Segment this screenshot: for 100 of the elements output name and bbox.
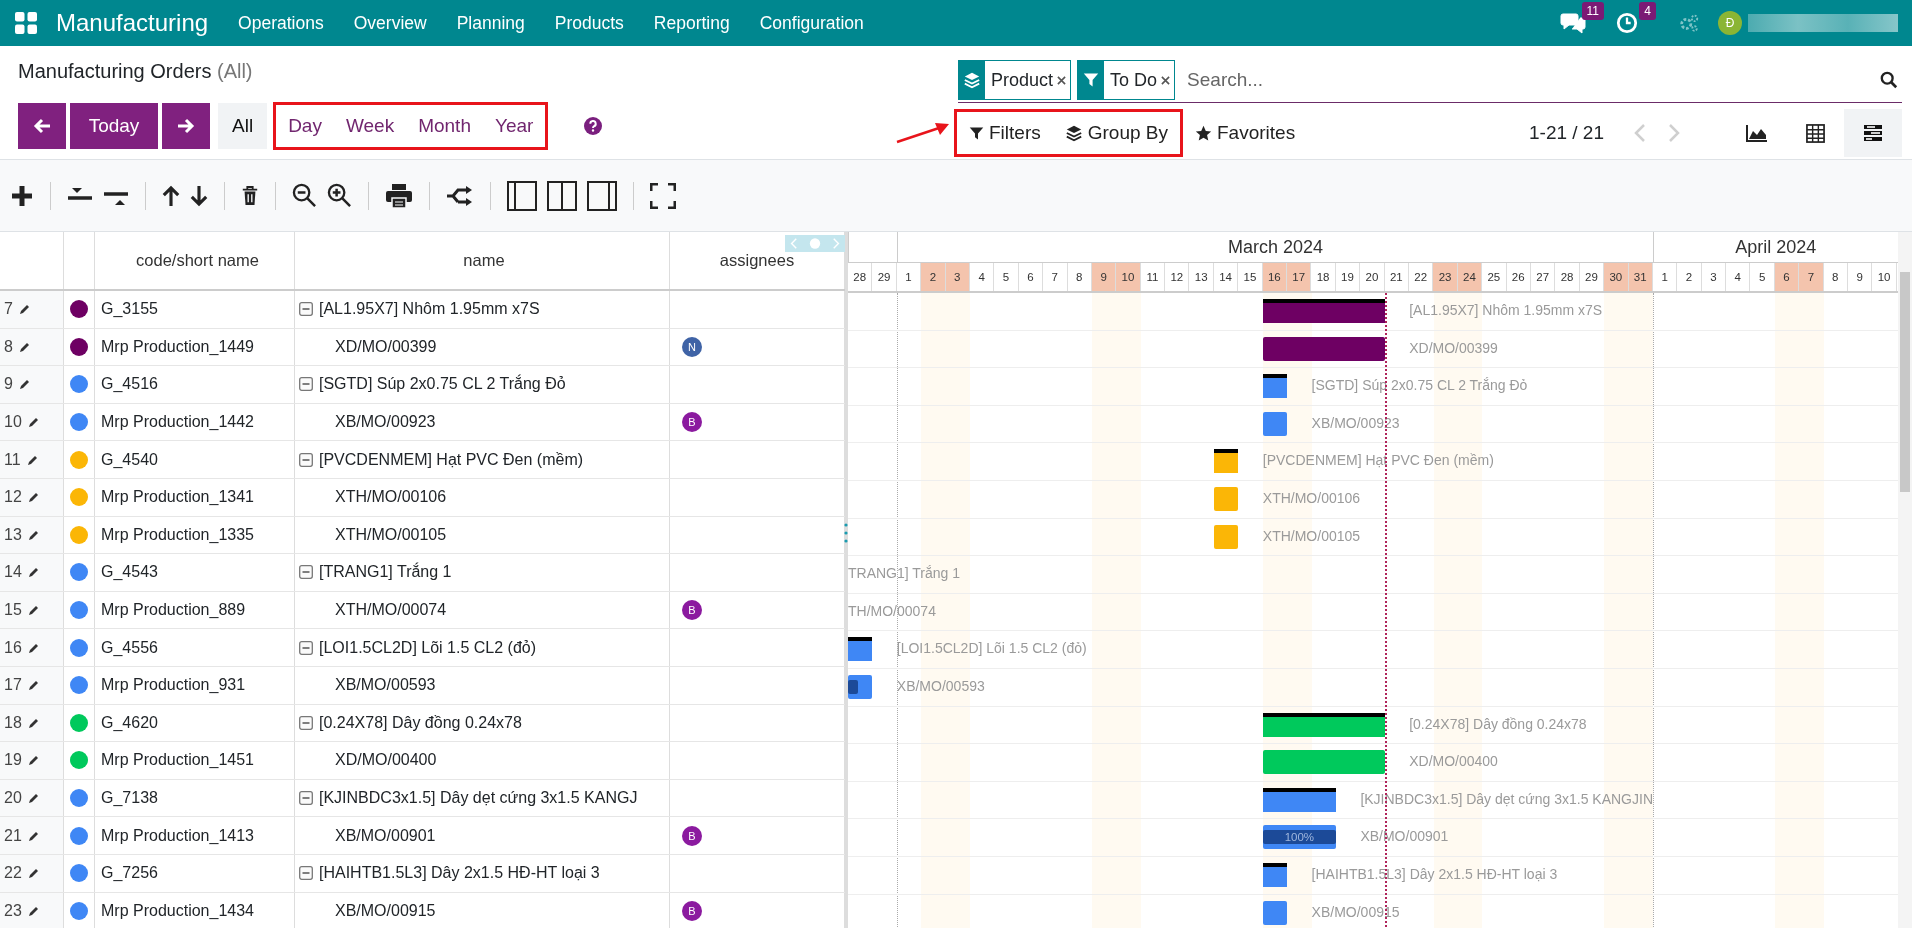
remove-icon[interactable]: [1057, 75, 1067, 85]
pencil-icon[interactable]: [27, 716, 40, 729]
row-number: 20: [4, 789, 22, 807]
task-bar[interactable]: [1262, 862, 1288, 887]
panel-toggle[interactable]: [785, 235, 845, 252]
bar-label: XD/MO/00399: [1409, 339, 1498, 356]
collapse-icon[interactable]: [299, 640, 313, 655]
column-header[interactable]: name: [463, 251, 505, 270]
pencil-icon[interactable]: [26, 453, 39, 466]
filter-menu-button[interactable]: Filters: [957, 112, 1053, 154]
collapse-icon[interactable]: [299, 791, 313, 805]
arrow-down-icon[interactable]: [190, 183, 208, 208]
task-bar[interactable]: [1262, 336, 1385, 361]
fullscreen-icon[interactable]: [650, 182, 676, 209]
pencil-icon[interactable]: [27, 491, 40, 504]
table-cell: XB/MO/00915: [335, 901, 436, 920]
task-bar[interactable]: [1262, 374, 1288, 399]
group-menu-button[interactable]: Group By: [1052, 112, 1180, 154]
search-facet[interactable]: Product: [958, 60, 1072, 100]
print-icon[interactable]: [385, 182, 413, 209]
menu-item[interactable]: Products: [554, 12, 624, 34]
pencil-icon[interactable]: [18, 378, 31, 391]
menu-item[interactable]: Reporting: [653, 12, 730, 34]
pencil-icon[interactable]: [27, 641, 40, 654]
table-cell: XD/MO/00400: [335, 751, 437, 770]
day-number: 20: [1365, 271, 1379, 283]
scale-tab[interactable]: Year: [482, 105, 546, 147]
shuffle-icon[interactable]: [446, 184, 474, 207]
add-icon[interactable]: [10, 183, 34, 208]
pencil-icon[interactable]: [18, 303, 31, 316]
today-button[interactable]: Today: [70, 103, 158, 149]
layout-right-icon[interactable]: [587, 180, 617, 211]
pencil-icon[interactable]: [27, 754, 40, 767]
collapse-icon[interactable]: [299, 565, 313, 580]
task-bar[interactable]: [1262, 787, 1336, 812]
task-bar[interactable]: [1214, 449, 1239, 474]
pencil-icon[interactable]: [27, 679, 40, 692]
zoom-in-icon[interactable]: [327, 183, 352, 208]
pencil-icon[interactable]: [27, 792, 40, 804]
table-cell: Mrp Production_1451: [101, 751, 254, 770]
zoom-out-icon[interactable]: [292, 183, 317, 208]
collapse-icon[interactable]: [299, 715, 313, 730]
row-number: 10: [4, 413, 22, 432]
pencil-icon[interactable]: [18, 340, 31, 353]
pencil-icon[interactable]: [27, 604, 40, 617]
row-number: 22: [4, 864, 22, 883]
scale-tab[interactable]: All: [218, 103, 268, 149]
pager-value[interactable]: 1-21 / 21: [1529, 122, 1604, 144]
arrow-up-icon[interactable]: [162, 183, 180, 208]
menu-item[interactable]: Overview: [353, 12, 427, 34]
pencil-icon[interactable]: [27, 904, 40, 917]
bar-label: [0.24X78] Dây đồng 0.24x78: [1409, 715, 1587, 732]
task-bar[interactable]: [1262, 712, 1385, 737]
day-number: 31: [1633, 271, 1647, 283]
collapse-icon[interactable]: [299, 377, 313, 392]
remove-icon[interactable]: [1161, 75, 1171, 85]
help-icon[interactable]: [584, 117, 603, 135]
favorite-menu-button[interactable]: Favorites: [1183, 112, 1308, 154]
pencil-icon[interactable]: [27, 416, 40, 429]
scale-tab[interactable]: Day: [276, 105, 334, 147]
column-header[interactable]: assignees: [719, 251, 795, 270]
trash-icon[interactable]: [241, 184, 259, 207]
collapse-icon[interactable]: [299, 452, 313, 467]
scrollbar-thumb[interactable]: [1900, 272, 1910, 492]
layers-icon: [1064, 124, 1083, 142]
menu-item[interactable]: Configuration: [759, 12, 864, 34]
pencil-icon[interactable]: [27, 867, 40, 880]
day-number: 29: [1585, 271, 1598, 283]
search-facet[interactable]: To Do: [1077, 60, 1176, 100]
table-cell: Mrp Production_1413: [101, 826, 254, 845]
menu-item[interactable]: Planning: [456, 12, 525, 34]
bar-label: XB/MO/00593: [896, 677, 985, 694]
scale-tab[interactable]: Month: [406, 105, 483, 147]
gantt-view-button[interactable]: [1844, 109, 1902, 157]
layout-left-icon[interactable]: [507, 180, 537, 211]
clock-icon[interactable]: [1616, 12, 1638, 34]
layout-split-icon[interactable]: [547, 180, 577, 211]
chat-icon[interactable]: [1560, 12, 1586, 34]
apps-menu-icon[interactable]: [14, 11, 38, 35]
day-number: 22: [1414, 271, 1428, 283]
collapse-icon[interactable]: [299, 866, 313, 881]
app-title[interactable]: Manufacturing: [56, 9, 209, 37]
task-bar[interactable]: [848, 637, 873, 662]
task-bar[interactable]: [848, 674, 873, 699]
menu-item[interactable]: Operations: [238, 12, 324, 34]
pencil-icon[interactable]: [27, 566, 40, 579]
pencil-icon[interactable]: [27, 528, 40, 541]
resize-handle[interactable]: [844, 522, 848, 544]
day-number: 14: [1219, 271, 1232, 283]
column-header[interactable]: code/short name: [136, 251, 259, 270]
previous-button[interactable]: [18, 103, 66, 149]
task-bar[interactable]: 100%: [1262, 825, 1336, 850]
scale-tab[interactable]: Week: [333, 105, 407, 147]
collapse-icon[interactable]: [299, 302, 313, 317]
day-number: 23: [1438, 271, 1452, 283]
search-icon[interactable]: [1880, 71, 1898, 89]
next-button[interactable]: [162, 103, 210, 149]
pencil-icon[interactable]: [27, 829, 40, 842]
table-cell: Mrp Production_1442: [101, 413, 254, 432]
bar-label: [KJINBDC3x1.5] Dây dẹt cứng 3x1.5 KANGJIN: [1360, 790, 1653, 807]
